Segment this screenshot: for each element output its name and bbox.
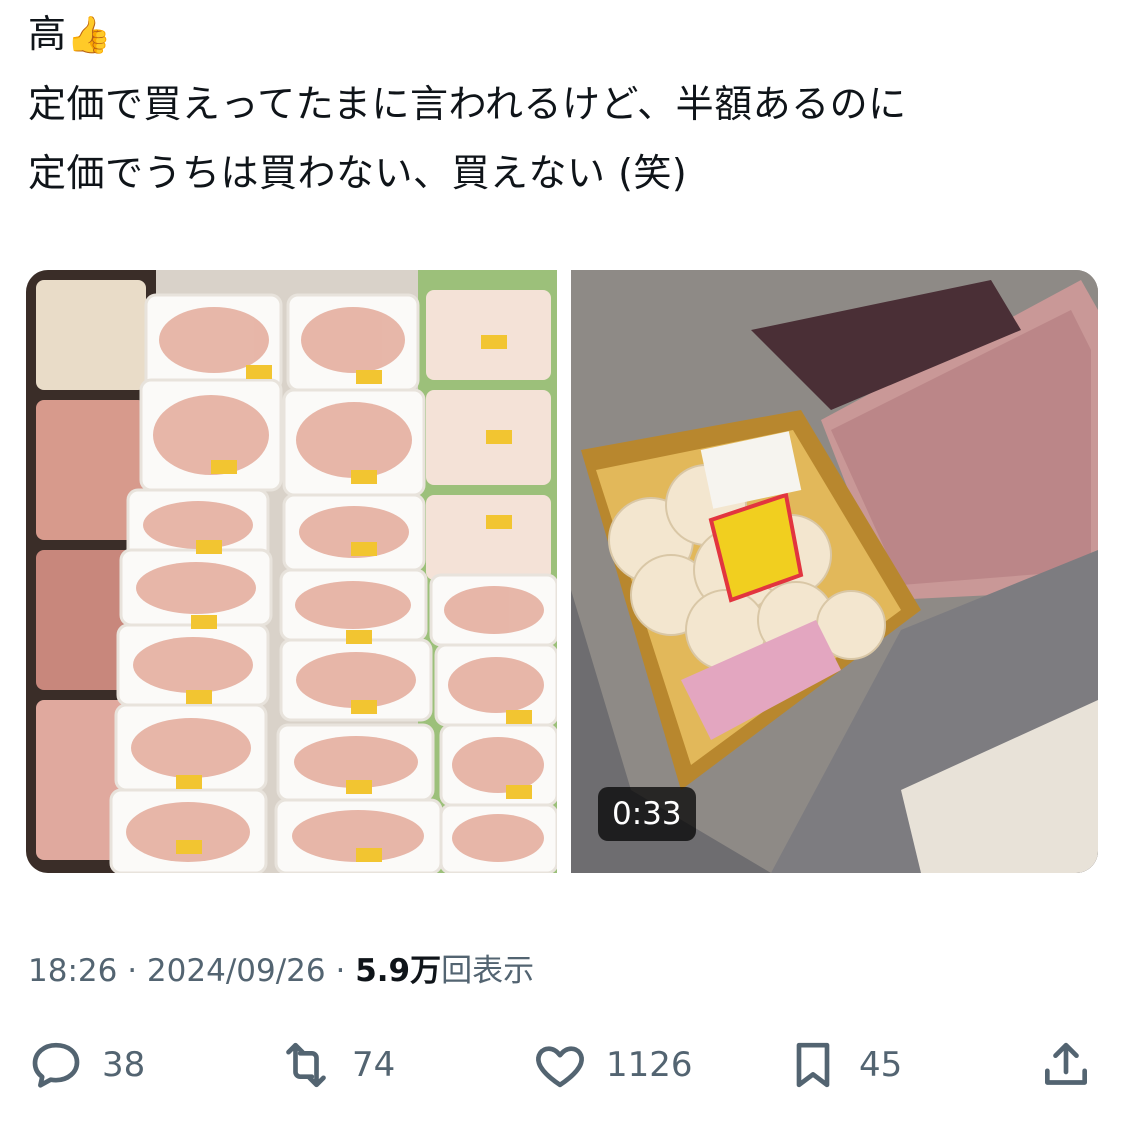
bookmark-icon bbox=[796, 1042, 830, 1088]
repost-button[interactable]: 74 bbox=[278, 1030, 395, 1100]
media-grid bbox=[26, 270, 1098, 873]
reply-button[interactable]: 38 bbox=[28, 1030, 145, 1100]
like-button[interactable]: 1126 bbox=[532, 1030, 693, 1100]
bookmark-button[interactable]: 45 bbox=[785, 1030, 902, 1100]
video-duration-badge: 0:33 bbox=[598, 787, 696, 841]
photo-chicken-packs-image bbox=[26, 270, 557, 873]
tweet-line-1-text: 高 bbox=[28, 12, 67, 56]
video-thumbnail[interactable] bbox=[571, 270, 1098, 873]
tweet-time: 18:26 bbox=[28, 953, 118, 989]
share-icon bbox=[1045, 1042, 1087, 1085]
repost-icon bbox=[286, 1042, 326, 1088]
action-bar: 38 74 1126 45 bbox=[0, 1030, 1125, 1100]
meta-separator: · bbox=[127, 953, 138, 989]
thumbs-up-emoji: 👍 bbox=[66, 15, 112, 56]
meta-separator: · bbox=[335, 953, 346, 989]
tweet-line-1: 高👍 bbox=[28, 0, 1098, 70]
tweet-date: 2024/09/26 bbox=[146, 953, 326, 989]
like-count: 1126 bbox=[606, 1045, 693, 1085]
reply-icon bbox=[32, 1042, 80, 1088]
repost-count: 74 bbox=[352, 1045, 396, 1085]
photo-chicken-packs[interactable] bbox=[26, 270, 557, 873]
share-button[interactable] bbox=[1038, 1030, 1094, 1100]
bookmark-count: 45 bbox=[859, 1045, 903, 1085]
video-thumbnail-image bbox=[571, 270, 1098, 873]
tweet-line-2: 定価で買えってたまに言われるけど、半額あるのに bbox=[28, 82, 907, 126]
views-label: 回表示 bbox=[441, 953, 535, 989]
tweet-line-3: 定価でうちは買わない、買えない (笑) bbox=[28, 151, 688, 195]
tweet-text: 高👍 定価で買えってたまに言われるけど、半額あるのに 定価でうちは買わない、買え… bbox=[28, 0, 1098, 208]
tweet-meta: 18:26 · 2024/09/26 · 5.9万回表示 bbox=[28, 945, 534, 990]
reply-count: 38 bbox=[102, 1045, 146, 1085]
heart-icon bbox=[536, 1046, 584, 1088]
views-count: 5.9万 bbox=[355, 953, 442, 989]
